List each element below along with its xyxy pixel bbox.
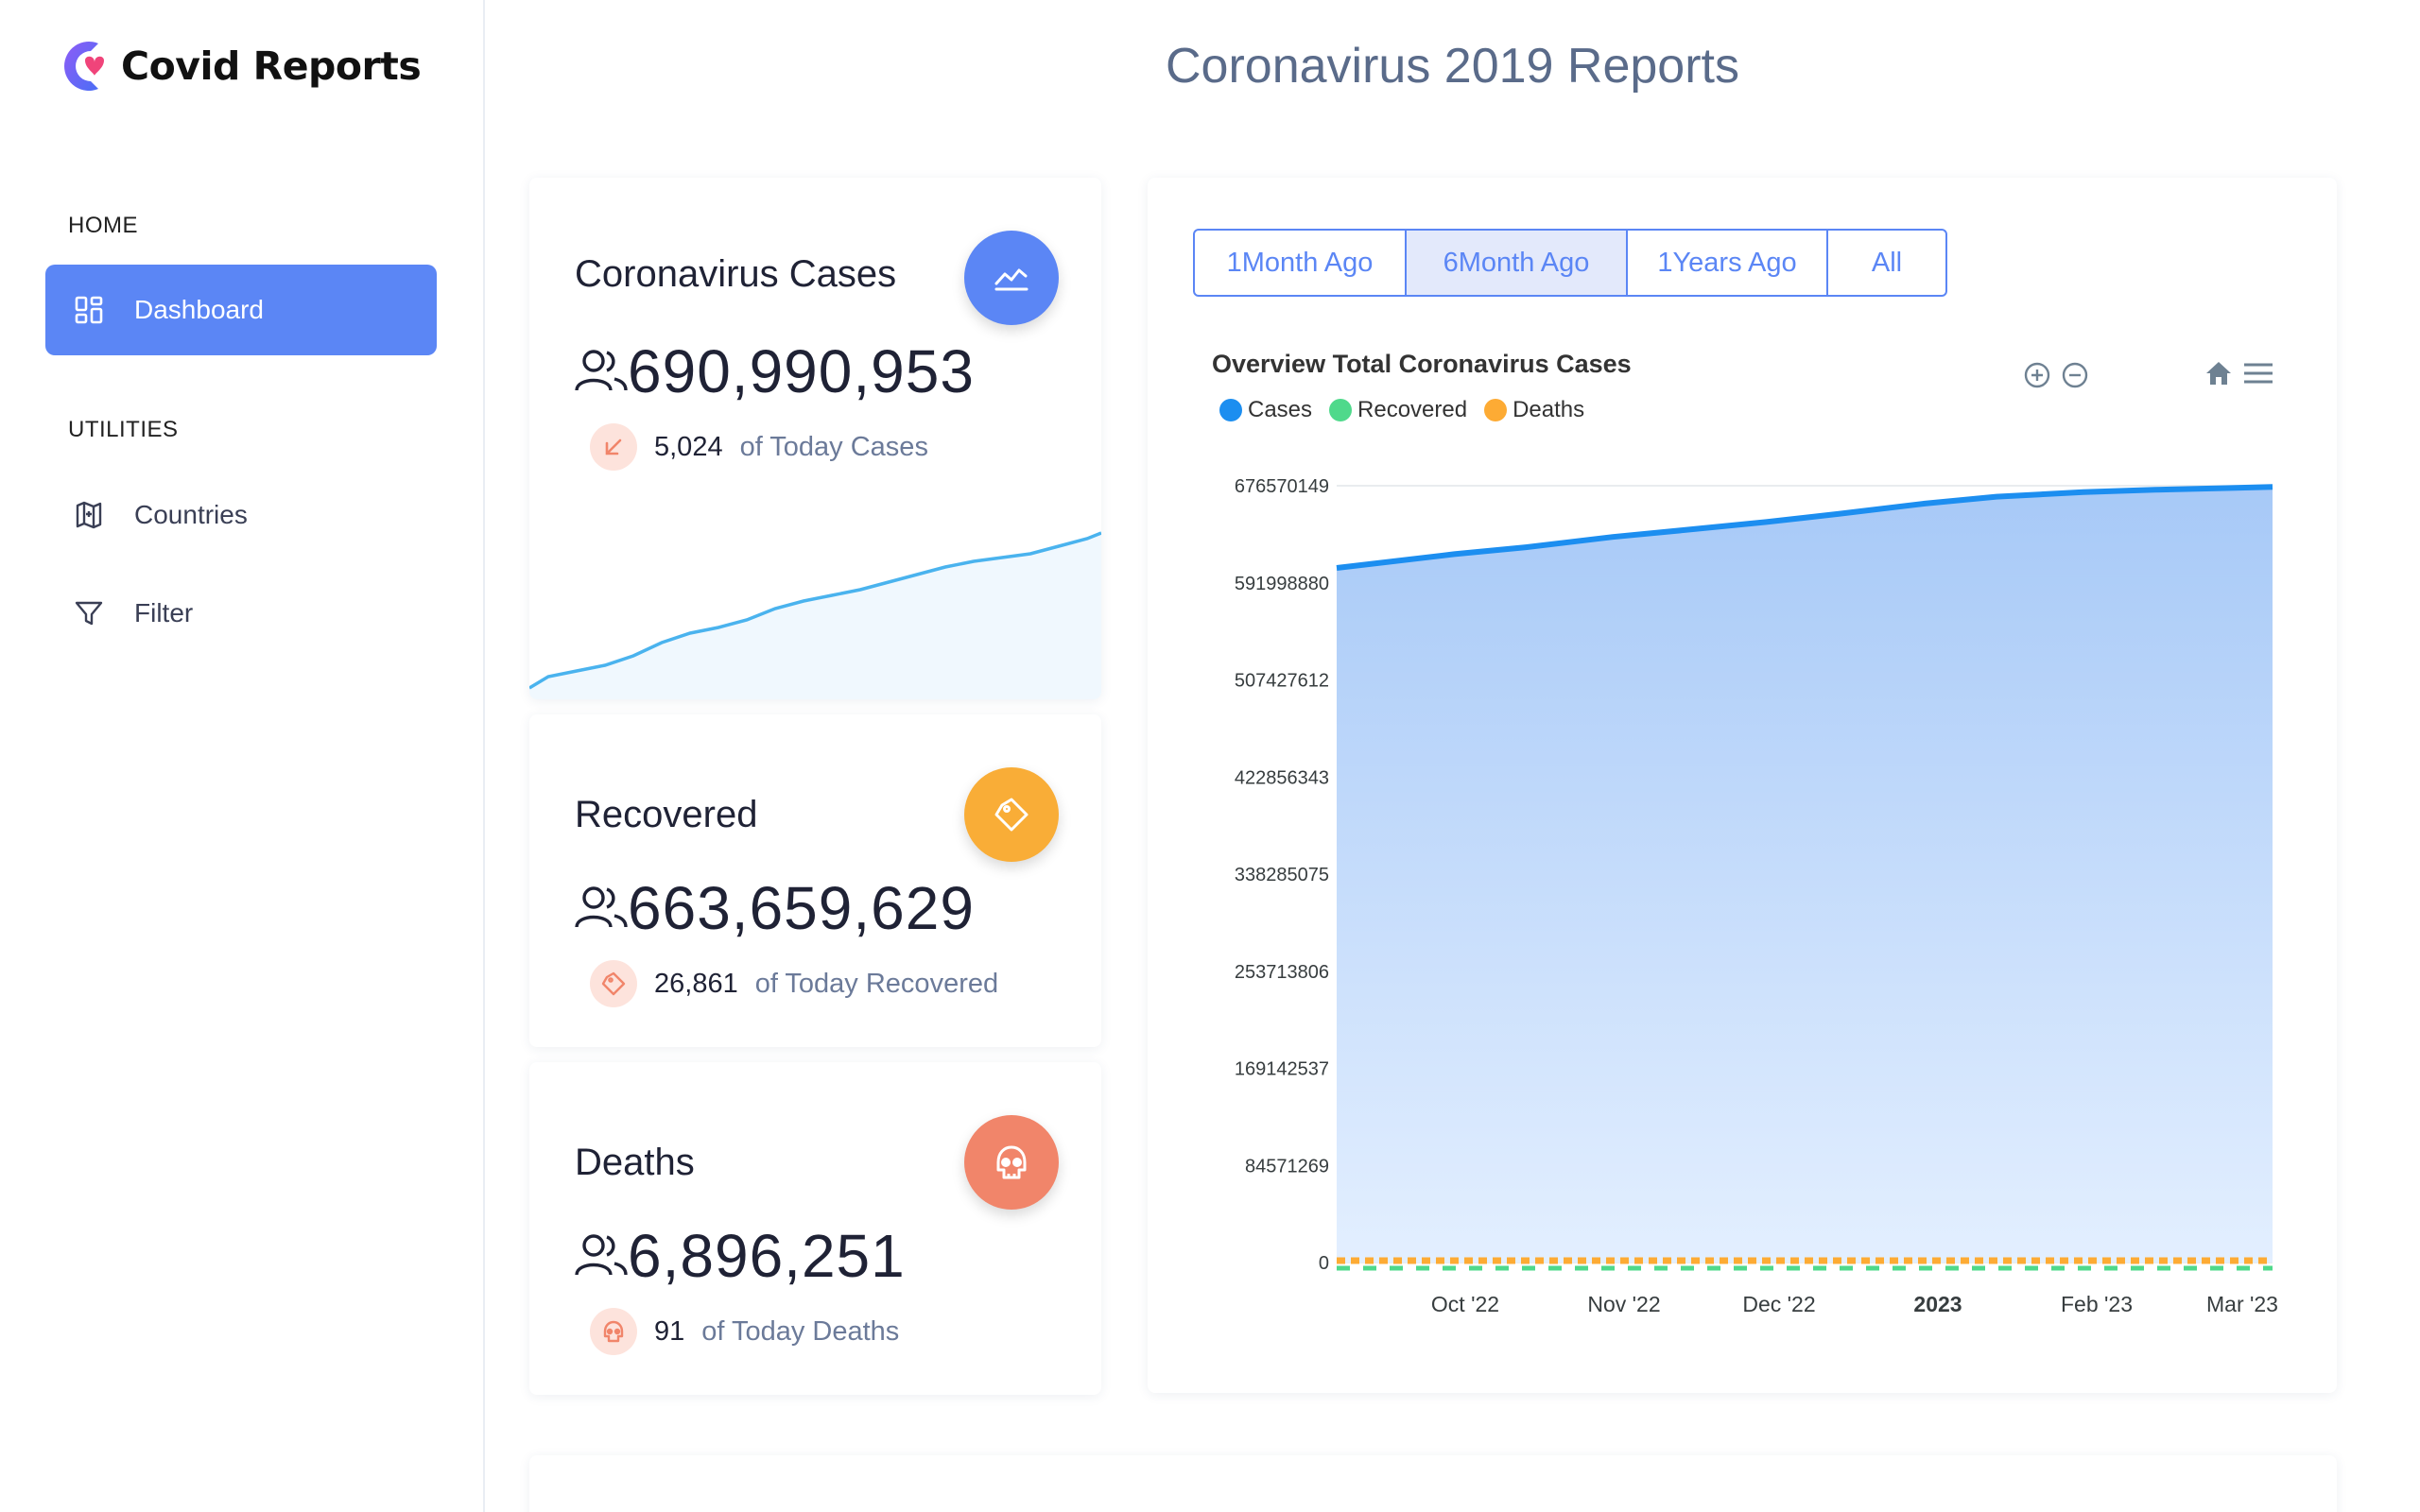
stat-value: 690,990,953: [575, 336, 975, 406]
y-tick-label: 591998880: [1235, 574, 1329, 594]
y-axis-labels: 676570149 591998880 507427612 422856343 3382…: [1235, 476, 1329, 1274]
cases-area: [1337, 487, 2273, 1263]
tag-icon: [590, 960, 637, 1007]
today-value: 26,861: [654, 968, 738, 999]
y-tick-label: 0: [1319, 1253, 1329, 1274]
x-tick-label: Nov '22: [1587, 1292, 1660, 1316]
chart-series-layer: [1336, 484, 2273, 1271]
today-label: of Today Deaths: [701, 1315, 900, 1347]
cases-area-chart: 676570149 591998880 507427612 422856343 3382…: [1235, 476, 2278, 1316]
cases-sparkline: [529, 531, 1101, 699]
x-tick-label: Oct '22: [1431, 1292, 1499, 1316]
today-label: of Today Recovered: [754, 968, 999, 999]
nav-section-home: HOME: [68, 213, 138, 238]
stat-title: Coronavirus Cases: [575, 253, 897, 295]
chart-card: 1Month Ago 6Month Ago 1Years Ago All Ove…: [1148, 178, 2337, 1393]
x-axis-labels: Oct '22 Nov '22 Dec '22 2023 Feb '23 Mar '23: [1431, 1292, 2278, 1316]
y-tick-label: 253713806: [1235, 962, 1329, 983]
x-tick-label: Mar '23: [2206, 1292, 2278, 1316]
stat-today: 91 of Today Deaths: [590, 1308, 899, 1355]
stat-number: 6,896,251: [628, 1222, 906, 1290]
app-logo[interactable]: Covid Reports: [57, 38, 422, 94]
page-title: Coronavirus 2019 Reports: [1166, 39, 1739, 94]
skull-icon: [964, 1115, 1059, 1210]
x-tick-label: 2023: [1913, 1292, 1962, 1316]
sparkline-area: [529, 533, 1101, 699]
stat-value: 6,896,251: [575, 1221, 906, 1291]
countries-icon: [72, 498, 106, 532]
sidebar-item-dashboard[interactable]: Dashboard: [45, 265, 437, 355]
stat-card-deaths: Deaths 6,896,251 91 of Today Deaths: [529, 1062, 1101, 1395]
app-name: Covid Reports: [121, 43, 422, 89]
stat-value: 663,659,629: [575, 873, 975, 943]
stat-card-cases: Coronavirus Cases 690,990,953 5,024 of T…: [529, 178, 1101, 699]
x-tick-label: Feb '23: [2061, 1292, 2133, 1316]
sidebar-item-label: Filter: [134, 598, 194, 627]
sidebar-item-countries[interactable]: Countries: [45, 470, 437, 560]
y-tick-label: 338285075: [1235, 865, 1329, 885]
stat-number: 663,659,629: [628, 874, 975, 942]
people-icon: [575, 1234, 628, 1276]
sidebar: Covid Reports HOME Dashboard UTILITIES C…: [0, 0, 485, 1512]
sidebar-item-filter[interactable]: Filter: [45, 568, 437, 659]
stat-number: 690,990,953: [628, 337, 975, 405]
people-icon: [575, 886, 628, 928]
nav-section-utilities: UTILITIES: [68, 417, 179, 442]
stat-title: Recovered: [575, 794, 758, 835]
y-tick-label: 422856343: [1235, 767, 1329, 788]
stat-today: 26,861 of Today Recovered: [590, 960, 998, 1007]
today-value: 5,024: [654, 431, 723, 462]
tag-icon: [964, 767, 1059, 862]
covid-logo-icon: [57, 38, 119, 94]
arrow-down-left-icon: [590, 423, 637, 471]
y-tick-label: 676570149: [1235, 476, 1329, 497]
x-tick-label: Dec '22: [1742, 1292, 1815, 1316]
sidebar-item-label: Dashboard: [134, 295, 264, 324]
trend-chart-icon: [964, 231, 1059, 325]
skull-icon: [590, 1308, 637, 1355]
y-tick-label: 169142537: [1235, 1059, 1329, 1080]
filter-icon: [72, 596, 106, 630]
sidebar-item-label: Countries: [134, 500, 248, 529]
bottom-card: [529, 1455, 2337, 1512]
y-tick-label: 507427612: [1235, 671, 1329, 692]
people-icon: [575, 350, 628, 391]
stat-today: 5,024 of Today Cases: [590, 423, 928, 471]
dashboard-icon: [72, 293, 106, 327]
today-value: 91: [654, 1315, 685, 1347]
stat-title: Deaths: [575, 1142, 695, 1183]
today-label: of Today Cases: [739, 431, 928, 462]
y-tick-label: 84571269: [1245, 1156, 1329, 1177]
stat-card-recovered: Recovered 663,659,629 26,861 of Today Re…: [529, 714, 1101, 1047]
